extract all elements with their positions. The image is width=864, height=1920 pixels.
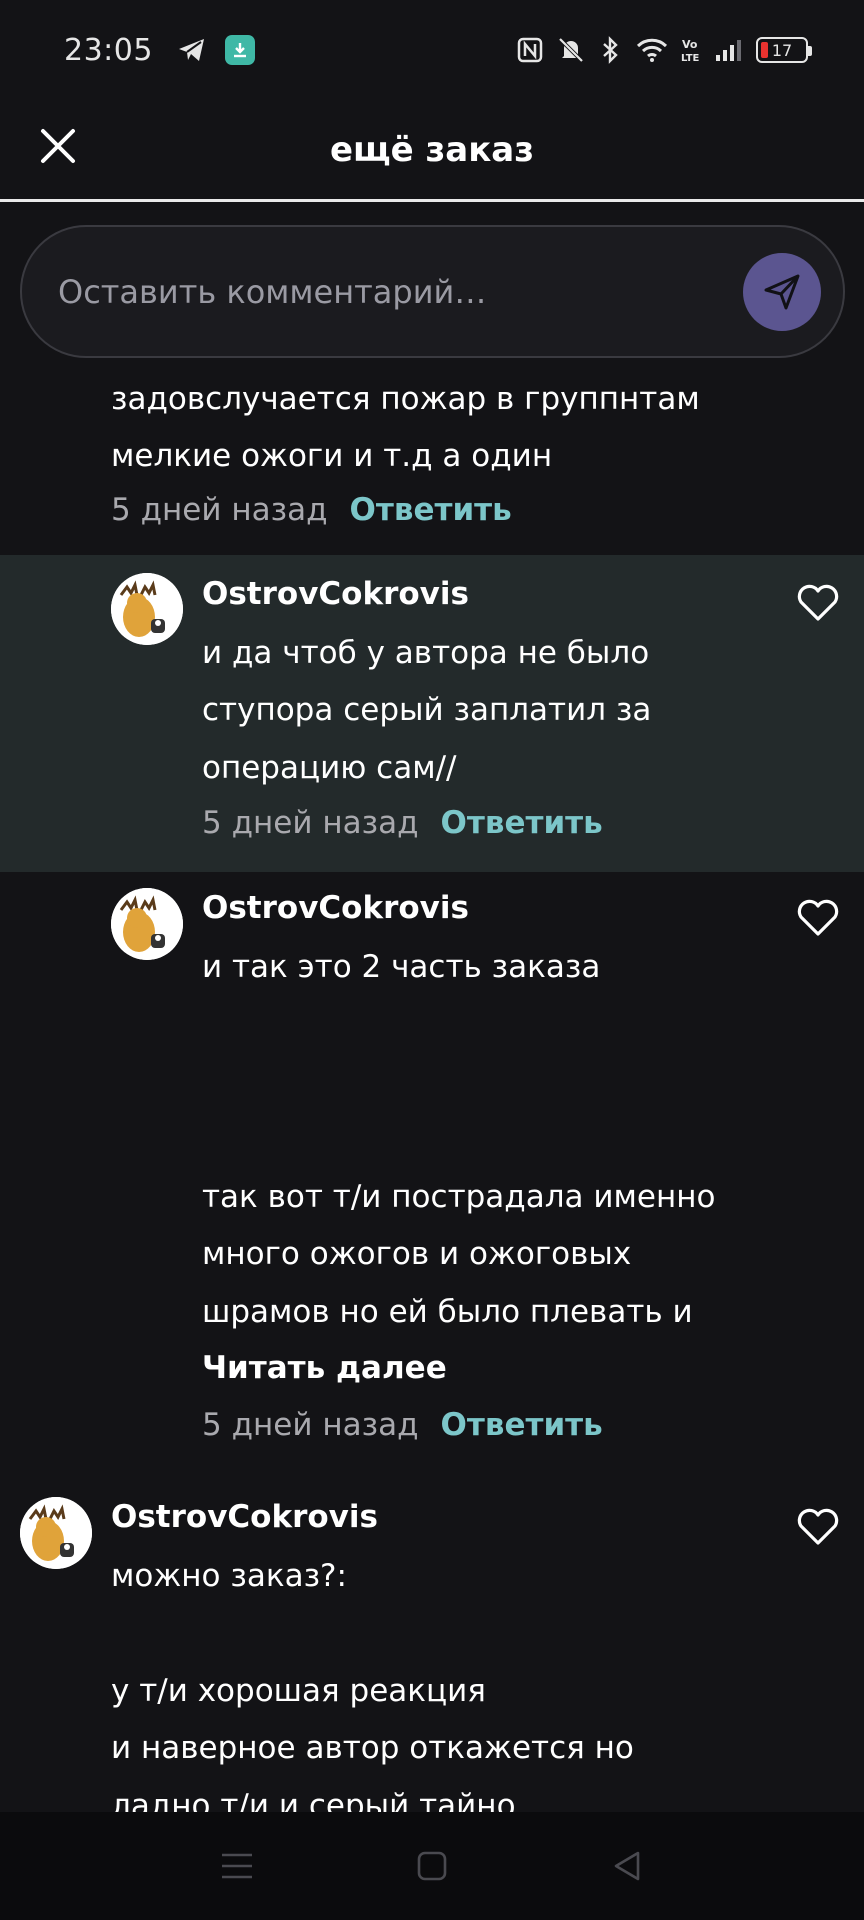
comment-text-line: так вот т/и пострадала именно xyxy=(202,1179,716,1215)
moose-avatar-icon xyxy=(111,888,183,960)
comment-item: задовслучается пожар в группнтам мелкие … xyxy=(0,370,864,555)
comment-text-line: ступора серый заплатил за xyxy=(202,692,652,728)
comment-text-line: мелкие ожоги и т.д а один xyxy=(111,438,553,474)
status-left-icons xyxy=(177,35,255,65)
comment-username[interactable]: OstrovCokrovis xyxy=(202,576,469,612)
signal-icon xyxy=(716,40,741,61)
comment-text-line: у т/и хорошая реакция xyxy=(111,1673,486,1709)
status-right-icons: Vo LTE 17 xyxy=(516,36,812,64)
read-more-link[interactable]: Читать далее xyxy=(202,1350,447,1386)
comment-text-line: и наверное автор откажется но xyxy=(111,1730,634,1766)
comment-text-line: шрамов но ей было плевать и xyxy=(202,1294,693,1330)
comment-item: OstrovCokrovis можно заказ?: у т/и хорош… xyxy=(0,1477,864,1812)
close-icon xyxy=(41,129,75,163)
avatar xyxy=(111,573,183,645)
heart-icon[interactable] xyxy=(796,1507,840,1547)
back-icon xyxy=(614,1851,639,1881)
close-button[interactable] xyxy=(32,120,84,172)
status-bar: 23:05 Vo LTE 17 xyxy=(0,0,864,100)
page-title: ещё заказ xyxy=(329,129,535,170)
heart-icon[interactable] xyxy=(796,583,840,623)
bluetooth-icon xyxy=(603,36,618,64)
battery-level-fill xyxy=(761,42,768,58)
battery-level: 17 xyxy=(771,40,793,60)
comment-time: 5 дней назад xyxy=(111,492,328,528)
comment-text-line: ладно т/и и серый тайно xyxy=(111,1788,516,1812)
comment-time: 5 дней назад xyxy=(202,1407,419,1443)
reply-link[interactable]: Ответить xyxy=(350,492,512,528)
comment-text-line: и да чтоб у автора не было xyxy=(202,635,650,671)
comment-meta: 5 дней назад Ответить xyxy=(111,492,512,528)
header: ещё заказ xyxy=(0,100,864,202)
nfc-icon xyxy=(517,37,543,63)
comment-input[interactable] xyxy=(58,272,743,311)
home-icon xyxy=(417,1851,447,1881)
telegram-icon xyxy=(178,39,204,61)
reply-link[interactable]: Ответить xyxy=(441,805,603,841)
avatar xyxy=(20,1497,92,1569)
comment-input-bar xyxy=(20,225,845,358)
comment-meta: 5 дней назад Ответить xyxy=(202,1407,603,1443)
comment-text-line: операцию сам// xyxy=(202,750,457,786)
comment-username[interactable]: OstrovCokrovis xyxy=(111,1499,378,1535)
download-icon xyxy=(224,35,255,65)
status-time: 23:05 xyxy=(64,32,153,68)
comment-item: OstrovCokrovis и так это 2 часть заказа … xyxy=(0,872,864,1477)
avatar xyxy=(111,888,183,960)
nav-menu-button[interactable] xyxy=(211,1840,263,1892)
comment-meta: 5 дней назад Ответить xyxy=(202,805,603,841)
svg-text:LTE: LTE xyxy=(681,53,700,64)
moose-avatar-icon xyxy=(20,1497,92,1569)
volte-icon: Vo LTE xyxy=(681,38,700,64)
comments-list: задовслучается пожар в группнтам мелкие … xyxy=(0,370,864,1812)
comment-text-line: и так это 2 часть заказа xyxy=(202,949,601,985)
system-nav-bar xyxy=(0,1812,864,1920)
menu-icon xyxy=(222,1853,253,1879)
comment-text-line: можно заказ?: xyxy=(111,1558,347,1594)
reply-link[interactable]: Ответить xyxy=(441,1407,603,1443)
nav-back-button[interactable] xyxy=(601,1840,653,1892)
comment-text-line: задовслучается пожар в группнтам xyxy=(111,381,700,417)
battery-icon: 17 xyxy=(756,37,812,63)
wifi-icon xyxy=(636,38,668,62)
mute-icon xyxy=(558,37,584,63)
comment-username[interactable]: OstrovCokrovis xyxy=(202,890,469,926)
nav-home-button[interactable] xyxy=(406,1840,458,1892)
send-button[interactable] xyxy=(743,252,821,331)
svg-text:Vo: Vo xyxy=(682,38,698,51)
comment-time: 5 дней назад xyxy=(202,805,419,841)
comment-item-highlighted: OstrovCokrovis и да чтоб у автора не был… xyxy=(0,555,864,872)
send-icon xyxy=(764,274,800,309)
moose-avatar-icon xyxy=(111,573,183,645)
comment-text-line: много ожогов и ожоговых xyxy=(202,1236,632,1272)
heart-icon[interactable] xyxy=(796,898,840,938)
screen: 23:05 Vo LTE 17 ещё заказ Оставить комме… xyxy=(0,0,864,1920)
